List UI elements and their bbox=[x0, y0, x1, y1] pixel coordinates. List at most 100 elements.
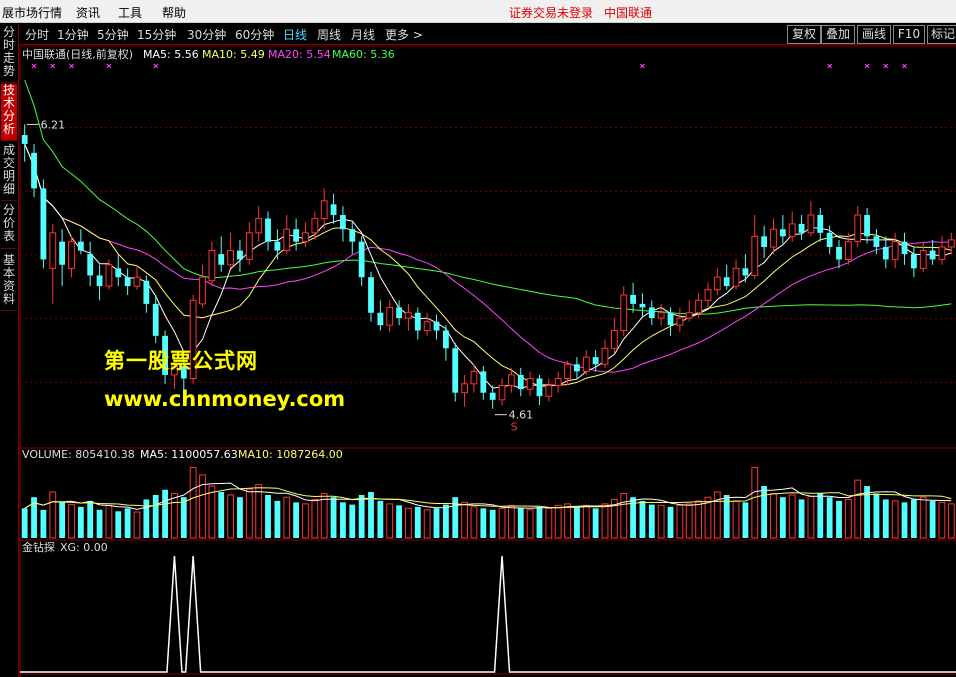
volume-bar bbox=[133, 511, 141, 539]
volume-bar bbox=[574, 506, 580, 538]
volume-bar bbox=[265, 494, 271, 538]
volume-bar bbox=[480, 508, 487, 538]
ma20-label: MA20: 5.54 bbox=[268, 48, 331, 61]
candle-body bbox=[283, 228, 291, 252]
candle-body bbox=[218, 254, 225, 265]
candle-body bbox=[368, 277, 374, 313]
volume-bar bbox=[274, 500, 281, 538]
volume-bar bbox=[498, 507, 506, 539]
volume-bar bbox=[873, 493, 880, 538]
volume-bar bbox=[77, 506, 84, 538]
volume-bar bbox=[844, 498, 852, 539]
candle-body bbox=[498, 385, 506, 401]
volume-bar bbox=[742, 502, 749, 538]
signal-x-mark bbox=[883, 63, 889, 69]
volume-bar bbox=[695, 500, 703, 539]
volume-bar bbox=[685, 503, 693, 539]
candle-body bbox=[21, 135, 28, 144]
signal-x-mark bbox=[640, 63, 645, 69]
candle-body bbox=[77, 241, 84, 251]
volume-bar bbox=[49, 491, 57, 539]
signal-x-mark bbox=[31, 63, 37, 69]
volume-bar bbox=[798, 499, 805, 538]
candle-body bbox=[648, 307, 655, 319]
signal-panel-title: 金钻探 bbox=[22, 540, 55, 554]
candle-body bbox=[554, 377, 562, 387]
volume-bar bbox=[283, 496, 291, 539]
volume-bar bbox=[96, 509, 103, 538]
candle-body bbox=[844, 241, 852, 260]
candle-body bbox=[59, 241, 66, 265]
candle-body bbox=[31, 152, 37, 189]
candle-body bbox=[340, 215, 346, 230]
candle-body bbox=[414, 312, 421, 331]
high-price-label: 6.21 bbox=[41, 118, 66, 131]
candle-body bbox=[49, 232, 57, 269]
candle-body bbox=[564, 363, 571, 379]
candle-body bbox=[901, 241, 908, 255]
kline-chart[interactable]: 中国联通(日线,前复权) MA5: 5.56 MA10: 5.49 MA20: … bbox=[0, 0, 956, 677]
volume-bar bbox=[582, 504, 590, 539]
volume-bar bbox=[143, 499, 150, 538]
volume-bar bbox=[21, 508, 28, 538]
candle-body bbox=[938, 246, 946, 260]
volume-bar bbox=[676, 504, 684, 539]
candle-body bbox=[732, 267, 740, 287]
candle-body bbox=[798, 223, 805, 233]
sell-marker: S bbox=[511, 421, 518, 434]
volume-bar bbox=[938, 501, 946, 539]
volume-bar bbox=[807, 495, 815, 539]
volume-bar bbox=[311, 498, 319, 539]
candle-body bbox=[536, 378, 543, 397]
volume-bar bbox=[396, 505, 402, 538]
candle-body bbox=[817, 215, 824, 233]
volume-bar bbox=[657, 504, 665, 539]
xg-signal-path bbox=[20, 555, 956, 673]
ma60-line bbox=[24, 79, 952, 315]
candle-body bbox=[115, 268, 122, 278]
volume-bar bbox=[648, 504, 655, 538]
volume-bar bbox=[115, 511, 122, 538]
volume-bar bbox=[349, 504, 356, 538]
volume-bar bbox=[162, 489, 168, 538]
volume-bar bbox=[517, 508, 524, 538]
candle-body bbox=[265, 218, 271, 242]
volume-bar bbox=[667, 506, 674, 538]
ma10-label: MA10: 5.49 bbox=[202, 48, 265, 61]
volume-bar bbox=[208, 485, 216, 539]
signal-x-mark bbox=[902, 63, 907, 69]
candle-body bbox=[452, 348, 459, 393]
signal-marks-row bbox=[31, 63, 907, 69]
signal-value: XG: 0.00 bbox=[60, 541, 108, 554]
candle-body bbox=[68, 241, 75, 269]
signal-x-mark bbox=[153, 63, 159, 69]
volume-bar bbox=[189, 467, 197, 539]
volume-bar bbox=[564, 503, 571, 539]
volume-bar bbox=[882, 499, 889, 538]
candle-body bbox=[910, 254, 917, 269]
candle-body bbox=[601, 347, 609, 365]
volume-bar bbox=[414, 506, 421, 538]
signal-x-mark bbox=[69, 63, 74, 69]
volume-bar bbox=[507, 504, 515, 539]
candle-body bbox=[582, 356, 590, 372]
volume-bar bbox=[489, 509, 496, 538]
volume-bar bbox=[470, 506, 478, 539]
candle-body bbox=[826, 232, 833, 248]
volume-bar bbox=[554, 504, 562, 539]
candle-body bbox=[788, 223, 796, 237]
candle-body bbox=[133, 276, 141, 287]
volume-bar bbox=[423, 509, 431, 539]
candle-body bbox=[713, 276, 721, 291]
candle-body bbox=[574, 364, 580, 372]
volume-bar bbox=[545, 507, 553, 539]
volume-bar bbox=[639, 500, 646, 538]
volume-bar bbox=[171, 492, 178, 539]
candle-body bbox=[227, 250, 235, 266]
volume-bar bbox=[788, 494, 796, 539]
volume-bar bbox=[87, 500, 94, 538]
candle-body bbox=[274, 241, 281, 251]
candle-body bbox=[293, 229, 300, 242]
candle-body bbox=[807, 214, 815, 234]
volume-bar bbox=[461, 501, 469, 539]
